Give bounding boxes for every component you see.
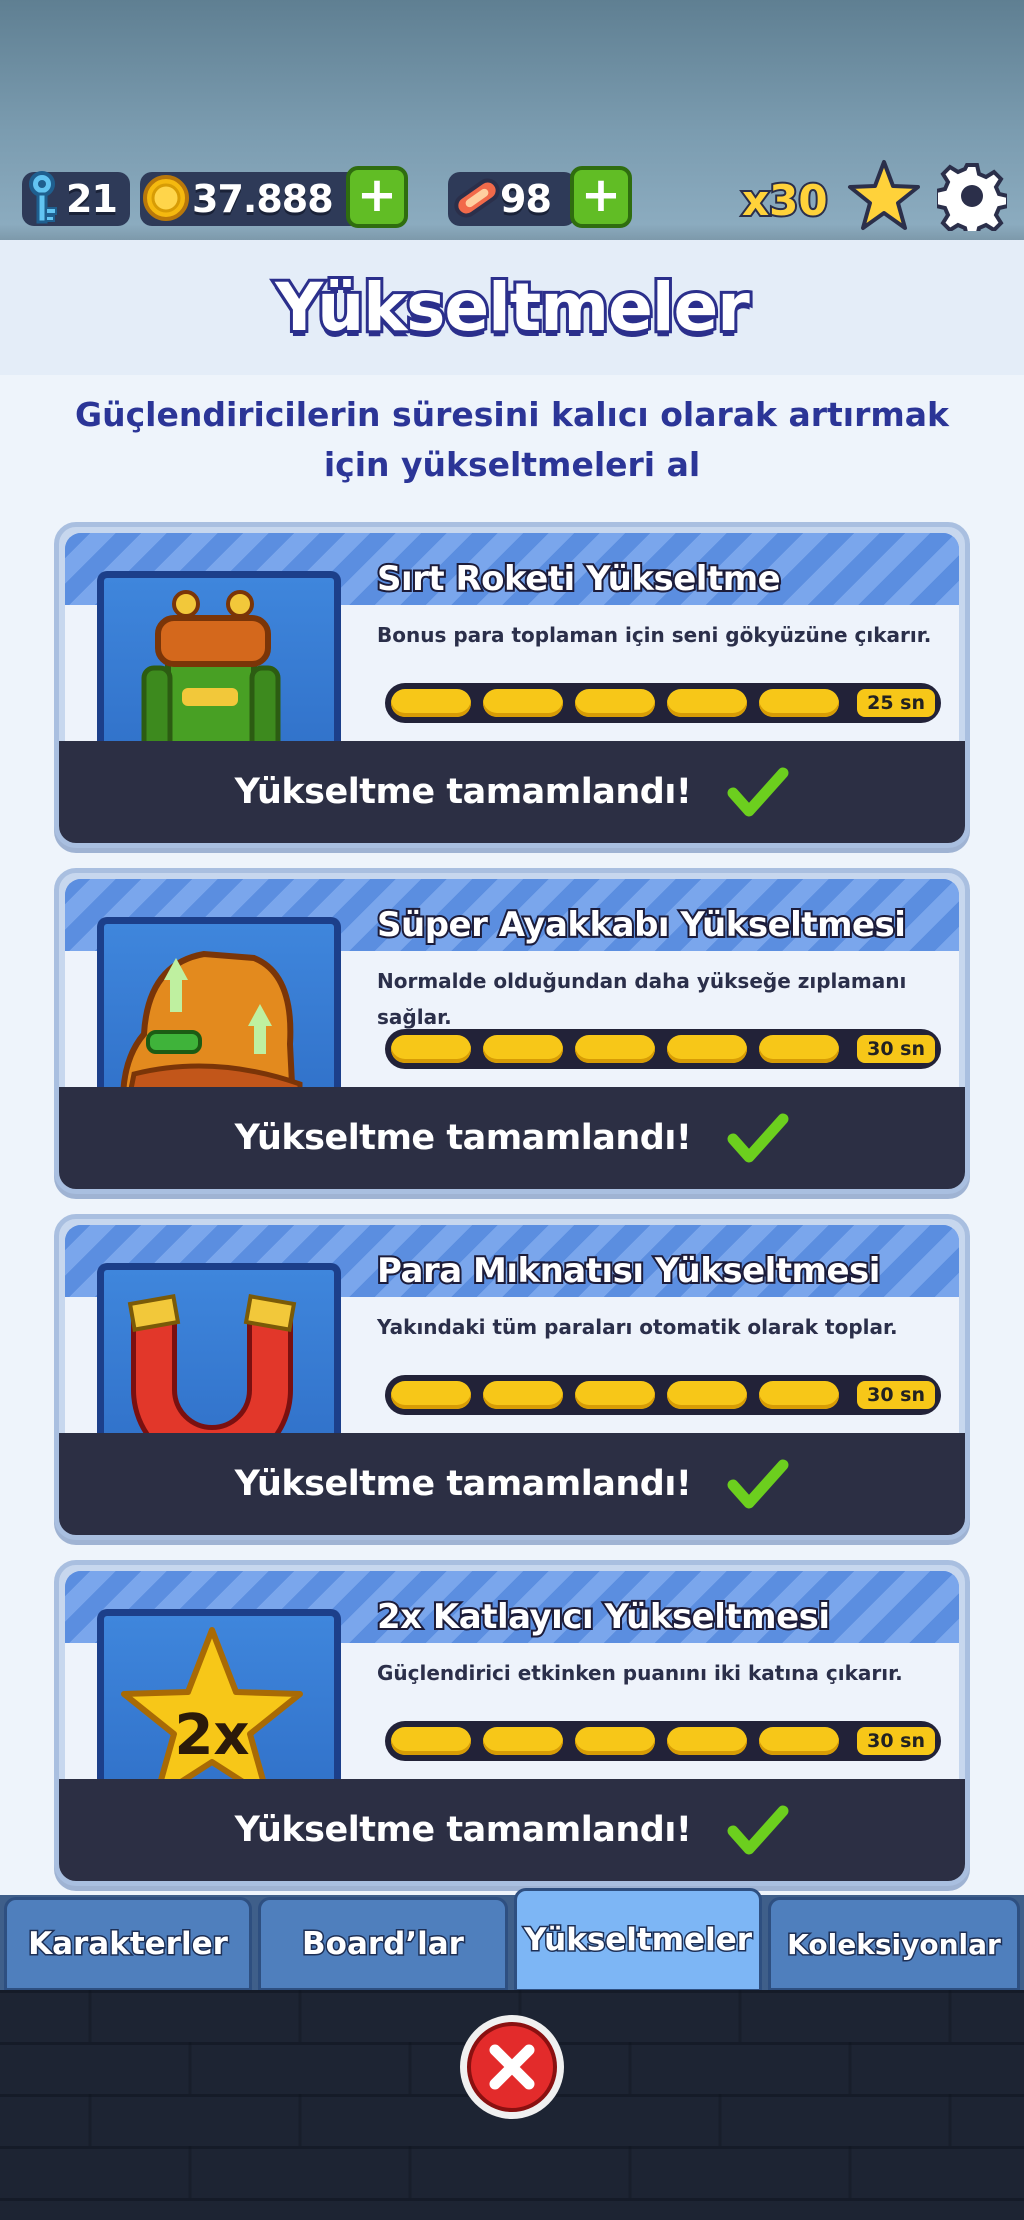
progress-segment <box>575 1035 655 1063</box>
keys-count: 21 <box>66 177 118 221</box>
upgrade-complete-banner: Yükseltme tamamlandı! <box>59 741 965 843</box>
multiplier-label: 2x <box>174 1703 249 1768</box>
progress-segment <box>667 1381 747 1409</box>
multiplier-value: x30 <box>740 174 830 227</box>
progress-segment <box>575 1381 655 1409</box>
upgrade-card-body: Süper Ayakkabı Yükseltmesi Normalde oldu… <box>65 879 959 1091</box>
upgrade-status: Yükseltme tamamlandı! <box>234 1464 692 1504</box>
upgrade-card-jetpack: Sırt Roketi Yükseltme Bonus para toplama… <box>54 522 970 848</box>
progress-segment <box>483 1727 563 1755</box>
settings-gear-icon[interactable] <box>936 160 1008 232</box>
close-button[interactable] <box>460 2015 564 2119</box>
tab-label: Yükseltmeler <box>522 1921 753 1960</box>
upgrade-description: Normalde olduğundan daha yükseğe zıplama… <box>377 969 907 1029</box>
upgrade-card-2x-multiplier: 2x 2x Katlayıcı Yükseltmesi Güçlendirici… <box>54 1560 970 1886</box>
progress-segment <box>667 1035 747 1063</box>
buy-coins-button[interactable]: + <box>346 166 408 228</box>
upgrade-status: Yükseltme tamamlandı! <box>234 1810 692 1850</box>
progress-segment <box>391 1381 471 1409</box>
coins-count: 37.888 <box>192 177 334 221</box>
upgrade-name: Süper Ayakkabı Yükseltmesi <box>375 903 908 947</box>
progress-segment <box>759 1035 839 1063</box>
checkmark-icon <box>727 1805 789 1855</box>
page-title: Yükseltmeler <box>272 266 753 349</box>
page-subtitle: Güçlendiricilerin süresini kalıcı olarak… <box>40 390 984 490</box>
tab-koleksiyonlar[interactable]: Koleksiyonlar <box>768 1897 1020 1991</box>
2x-multiplier-icon: 2x <box>97 1609 341 1783</box>
progress-segment <box>483 1035 563 1063</box>
upgrade-progress-bar: 30 sn <box>385 1721 941 1761</box>
upgrade-duration: 30 sn <box>857 1035 935 1063</box>
upgrade-complete-banner: Yükseltme tamamlandı! <box>59 1087 965 1189</box>
tab-label: Karakterler <box>27 1925 230 1964</box>
coin-icon <box>140 172 192 224</box>
upgrade-description: Bonus para toplaman için seni gökyüzüne … <box>377 623 932 647</box>
tab-yukseltmeler[interactable]: Yükseltmeler <box>514 1888 762 1992</box>
upgrade-name: Sırt Roketi Yükseltme <box>375 557 783 601</box>
progress-segment <box>391 689 471 717</box>
progress-segment <box>759 1727 839 1755</box>
upgrade-card-body: Sırt Roketi Yükseltme Bonus para toplama… <box>65 533 959 745</box>
upgrade-duration: 30 sn <box>857 1727 935 1755</box>
checkmark-icon <box>727 1459 789 1509</box>
upgrade-name: 2x Katlayıcı Yükseltmesi <box>375 1595 832 1639</box>
upgrade-description: Yakındaki tüm paraları otomatik olarak t… <box>377 1315 898 1339</box>
coin-magnet-icon <box>97 1263 341 1437</box>
upgrade-card-coin-magnet: Para Mıknatısı Yükseltmesi Yakındaki tüm… <box>54 1214 970 1540</box>
super-sneakers-icon <box>97 917 341 1091</box>
tab-label: Koleksiyonlar <box>786 1926 1003 1962</box>
progress-segment <box>391 1035 471 1063</box>
progress-segment <box>483 1381 563 1409</box>
upgrade-progress-bar: 30 sn <box>385 1375 941 1415</box>
score-multiplier: x30 <box>740 172 830 228</box>
subtitle-line-1: Güçlendiricilerin süresini kalıcı olarak… <box>75 395 949 434</box>
upgrade-card-body: 2x 2x Katlayıcı Yükseltmesi Güçlendirici… <box>65 1571 959 1783</box>
progress-segment <box>483 689 563 717</box>
upgrade-complete-banner: Yükseltme tamamlandı! <box>59 1779 965 1881</box>
title-band: Yükseltmeler <box>0 240 1024 375</box>
progress-segment <box>759 689 839 717</box>
close-button-ring <box>467 2022 557 2112</box>
checkmark-icon <box>727 1113 789 1163</box>
progress-segment <box>759 1381 839 1409</box>
upgrade-description: Güçlendirici etkinken puanını iki katına… <box>377 1661 903 1685</box>
progress-segment <box>667 1727 747 1755</box>
progress-segment <box>575 1727 655 1755</box>
upgrade-duration: 25 sn <box>857 689 935 717</box>
buy-hoverboards-button[interactable]: + <box>570 166 632 228</box>
upgrade-status: Yükseltme tamamlandı! <box>234 772 692 812</box>
upgrade-progress-bar: 25 sn <box>385 683 941 723</box>
plus-icon: + <box>356 167 398 223</box>
upgrade-duration: 30 sn <box>857 1381 935 1409</box>
upgrade-card-body: Para Mıknatısı Yükseltmesi Yakındaki tüm… <box>65 1225 959 1437</box>
key-icon <box>20 170 64 226</box>
checkmark-icon <box>727 767 789 817</box>
subtitle-line-2: için yükseltmeleri al <box>323 445 701 484</box>
tab-label: Board’lar <box>301 1925 466 1964</box>
star-icon <box>846 158 922 234</box>
tab-karakterler[interactable]: Karakterler <box>4 1897 252 1991</box>
upgrade-complete-banner: Yükseltme tamamlandı! <box>59 1433 965 1535</box>
upgrade-name: Para Mıknatısı Yükseltmesi <box>375 1249 882 1293</box>
hoverboard-icon <box>450 170 504 226</box>
upgrade-progress-bar: 30 sn <box>385 1029 941 1069</box>
jetpack-icon <box>97 571 341 745</box>
plus-icon: + <box>580 167 622 223</box>
upgrade-status: Yükseltme tamamlandı! <box>234 1118 692 1158</box>
close-icon <box>489 2044 535 2090</box>
progress-segment <box>391 1727 471 1755</box>
tab-boardlar[interactable]: Board’lar <box>258 1897 508 1991</box>
upgrade-card-super-sneakers: Süper Ayakkabı Yükseltmesi Normalde oldu… <box>54 868 970 1194</box>
progress-segment <box>575 689 655 717</box>
hoverboards-count: 98 <box>500 177 552 221</box>
progress-segment <box>667 689 747 717</box>
